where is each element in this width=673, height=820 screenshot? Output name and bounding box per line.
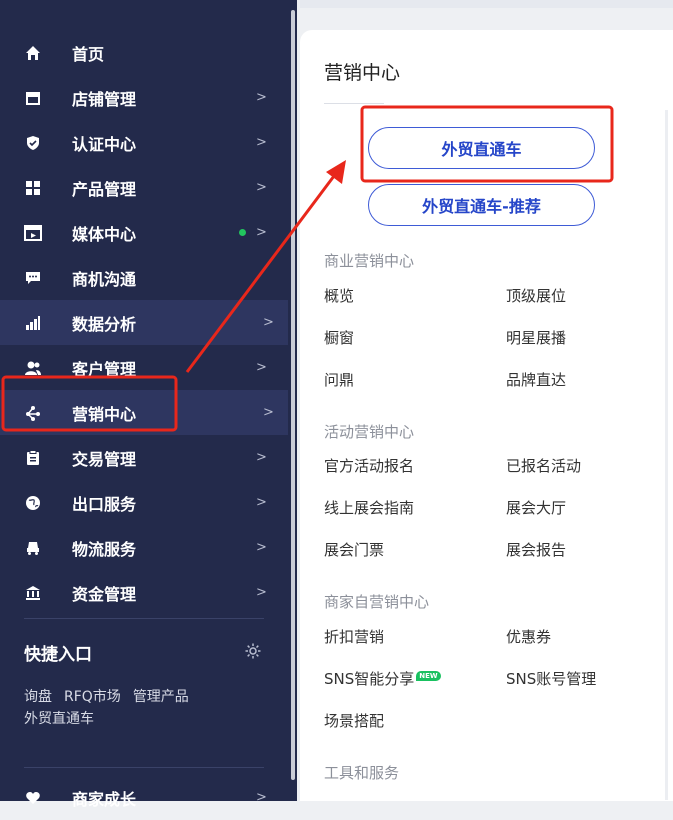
link-overview[interactable]: 概览 [324,285,354,306]
sidebar-item-label: 媒体中心 [72,224,137,244]
link-official-activity-signup[interactable]: 官方活动报名 [324,455,414,476]
link-sns-smart-share[interactable]: SNS智能分享 NEW [324,668,441,689]
sidebar-item-label: 客户管理 [72,359,137,379]
chevron-right-icon: > [256,180,267,195]
quick-link-manage-products[interactable]: 管理产品 [133,689,189,705]
panel-scrollbar[interactable] [665,110,668,800]
sidebar-item-home[interactable]: 首页 [0,30,288,75]
marketing-flyout-panel: 营销中心 外贸直通车 外贸直通车-推荐 商业营销中心 概览 顶级展位 橱窗 明星… [300,30,673,801]
sidebar-item-transactions[interactable]: 交易管理 > [0,435,288,480]
truck-icon [24,539,42,557]
chevron-right-icon: > [263,405,274,420]
share-nodes-icon [24,404,42,422]
section-title-tools: 工具和服务 [324,764,400,782]
sidebar-item-label: 商家成长 [72,789,137,809]
shield-check-icon [24,134,42,152]
chevron-right-icon: > [256,540,267,555]
quick-link-inquiry[interactable]: 询盘 [24,689,52,705]
online-status-dot [239,229,246,236]
sidebar-item-label: 营销中心 [72,404,137,424]
chevron-right-icon: > [256,790,267,805]
quick-links: 询盘 RFQ市场 管理产品 外贸直通车 [24,686,244,730]
sidebar-item-media[interactable]: 媒体中心 > [0,210,288,255]
sidebar-divider [24,767,264,768]
clipboard-icon [24,449,42,467]
link-brand-direct[interactable]: 品牌直达 [506,369,566,390]
link-discount-marketing[interactable]: 折扣营销 [324,626,384,647]
video-icon [24,224,42,242]
sidebar-item-products[interactable]: 产品管理 > [0,165,288,210]
sidebar-item-label: 店铺管理 [72,89,137,109]
bar-chart-icon [24,314,42,332]
section-title-self-marketing: 商家自营销中心 [324,593,430,611]
store-icon [24,89,42,107]
chevron-right-icon: > [263,315,274,330]
users-icon [24,359,42,377]
sidebar: 首页 店铺管理 > 认证中心 > 产品管理 > 媒体中心 > 商机沟通 数据分析… [0,0,297,809]
sidebar-item-label: 商机沟通 [72,269,137,289]
globe-icon [24,494,42,512]
panel-title: 营销中心 [324,62,401,84]
chevron-right-icon: > [256,135,267,150]
sidebar-item-label: 数据分析 [72,314,137,334]
link-expo-hall[interactable]: 展会大厅 [506,497,566,518]
quick-link-rfq[interactable]: RFQ市场 [64,689,121,705]
sidebar-item-label: 首页 [72,44,105,64]
section-title-commercial: 商业营销中心 [324,252,415,270]
sidebar-item-logistics[interactable]: 物流服务 > [0,525,288,570]
chevron-right-icon: > [256,585,267,600]
chevron-right-icon: > [256,225,267,240]
p4p-button[interactable]: 外贸直通车 [368,127,595,169]
link-registered-activities[interactable]: 已报名活动 [506,455,581,476]
sidebar-item-label: 出口服务 [72,494,137,514]
sidebar-item-store[interactable]: 店铺管理 > [0,75,288,120]
link-sns-account-management[interactable]: SNS账号管理 [506,668,596,689]
top-bar [300,0,673,8]
link-expo-tickets[interactable]: 展会门票 [324,539,384,560]
sidebar-divider [24,618,264,619]
sidebar-item-label: 认证中心 [72,134,137,154]
link-expo-report[interactable]: 展会报告 [506,539,566,560]
link-showcase[interactable]: 橱窗 [324,327,354,348]
link-top-booth[interactable]: 顶级展位 [506,285,566,306]
quick-link-p4p[interactable]: 外贸直通车 [24,711,94,727]
bank-icon [24,584,42,602]
sidebar-scrollbar[interactable] [291,10,295,780]
sidebar-item-label: 物流服务 [72,539,137,559]
link-label: SNS智能分享 [324,670,415,688]
sidebar-item-merchant-growth[interactable]: 商家成长 > [0,775,288,820]
link-coupons[interactable]: 优惠券 [506,626,551,647]
chevron-right-icon: > [256,90,267,105]
heart-icon [24,789,42,807]
chevron-right-icon: > [256,360,267,375]
sidebar-item-certification[interactable]: 认证中心 > [0,120,288,165]
sidebar-item-finance[interactable]: 资金管理 > [0,570,288,615]
sidebar-item-business-chat[interactable]: 商机沟通 [0,255,288,300]
chevron-right-icon: > [256,450,267,465]
sidebar-item-export-services[interactable]: 出口服务 > [0,480,288,525]
link-online-expo-guide[interactable]: 线上展会指南 [324,497,414,518]
section-title-activity: 活动营销中心 [324,423,415,441]
link-scene-matching[interactable]: 场景搭配 [324,710,384,731]
sidebar-item-data-analysis[interactable]: 数据分析 > [0,300,288,345]
sidebar-item-marketing[interactable]: 营销中心 > [0,390,288,435]
home-icon [24,44,42,62]
p4p-recommend-button[interactable]: 外贸直通车-推荐 [368,184,595,226]
chat-icon [24,269,42,287]
gear-icon[interactable] [244,642,262,660]
quick-entry-title: 快捷入口 [24,645,92,665]
panel-title-underline [324,103,384,104]
link-wending[interactable]: 问鼎 [324,369,354,390]
sidebar-item-label: 产品管理 [72,179,137,199]
grid-icon [24,179,42,197]
sidebar-item-label: 资金管理 [72,584,137,604]
sidebar-item-customers[interactable]: 客户管理 > [0,345,288,390]
chevron-right-icon: > [256,495,267,510]
new-badge: NEW [416,671,441,681]
sidebar-item-label: 交易管理 [72,449,137,469]
link-star-broadcast[interactable]: 明星展播 [506,327,566,348]
